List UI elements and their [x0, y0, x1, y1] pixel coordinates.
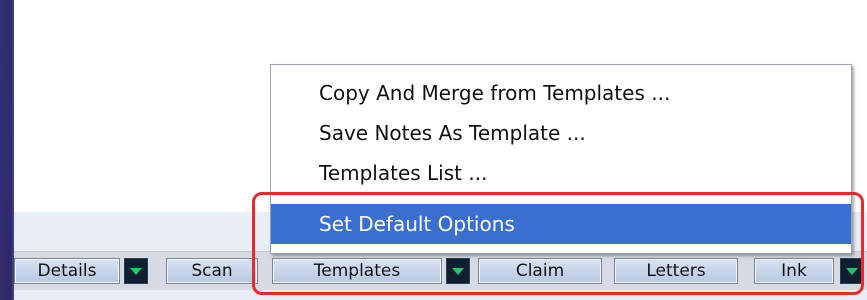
- scan-button[interactable]: Scan: [166, 258, 258, 284]
- chevron-down-icon: [130, 267, 142, 275]
- details-dropdown-button[interactable]: [124, 258, 148, 284]
- scan-button-label: Scan: [191, 261, 233, 281]
- details-button[interactable]: Details: [14, 258, 120, 284]
- application-window: Details Scan Templates Claim Letters Ink: [12, 0, 867, 300]
- menu-item-save-notes-as-template[interactable]: Save Notes As Template ...: [271, 113, 851, 153]
- red-highlight-outline: [252, 192, 864, 295]
- menu-item-label: Templates List ...: [319, 161, 488, 185]
- menu-item-label: Save Notes As Template ...: [319, 121, 586, 145]
- menu-item-templates-list[interactable]: Templates List ...: [271, 153, 851, 193]
- menu-item-copy-and-merge[interactable]: Copy And Merge from Templates ...: [271, 73, 851, 113]
- menu-item-label: Copy And Merge from Templates ...: [319, 81, 671, 105]
- details-button-label: Details: [37, 261, 97, 281]
